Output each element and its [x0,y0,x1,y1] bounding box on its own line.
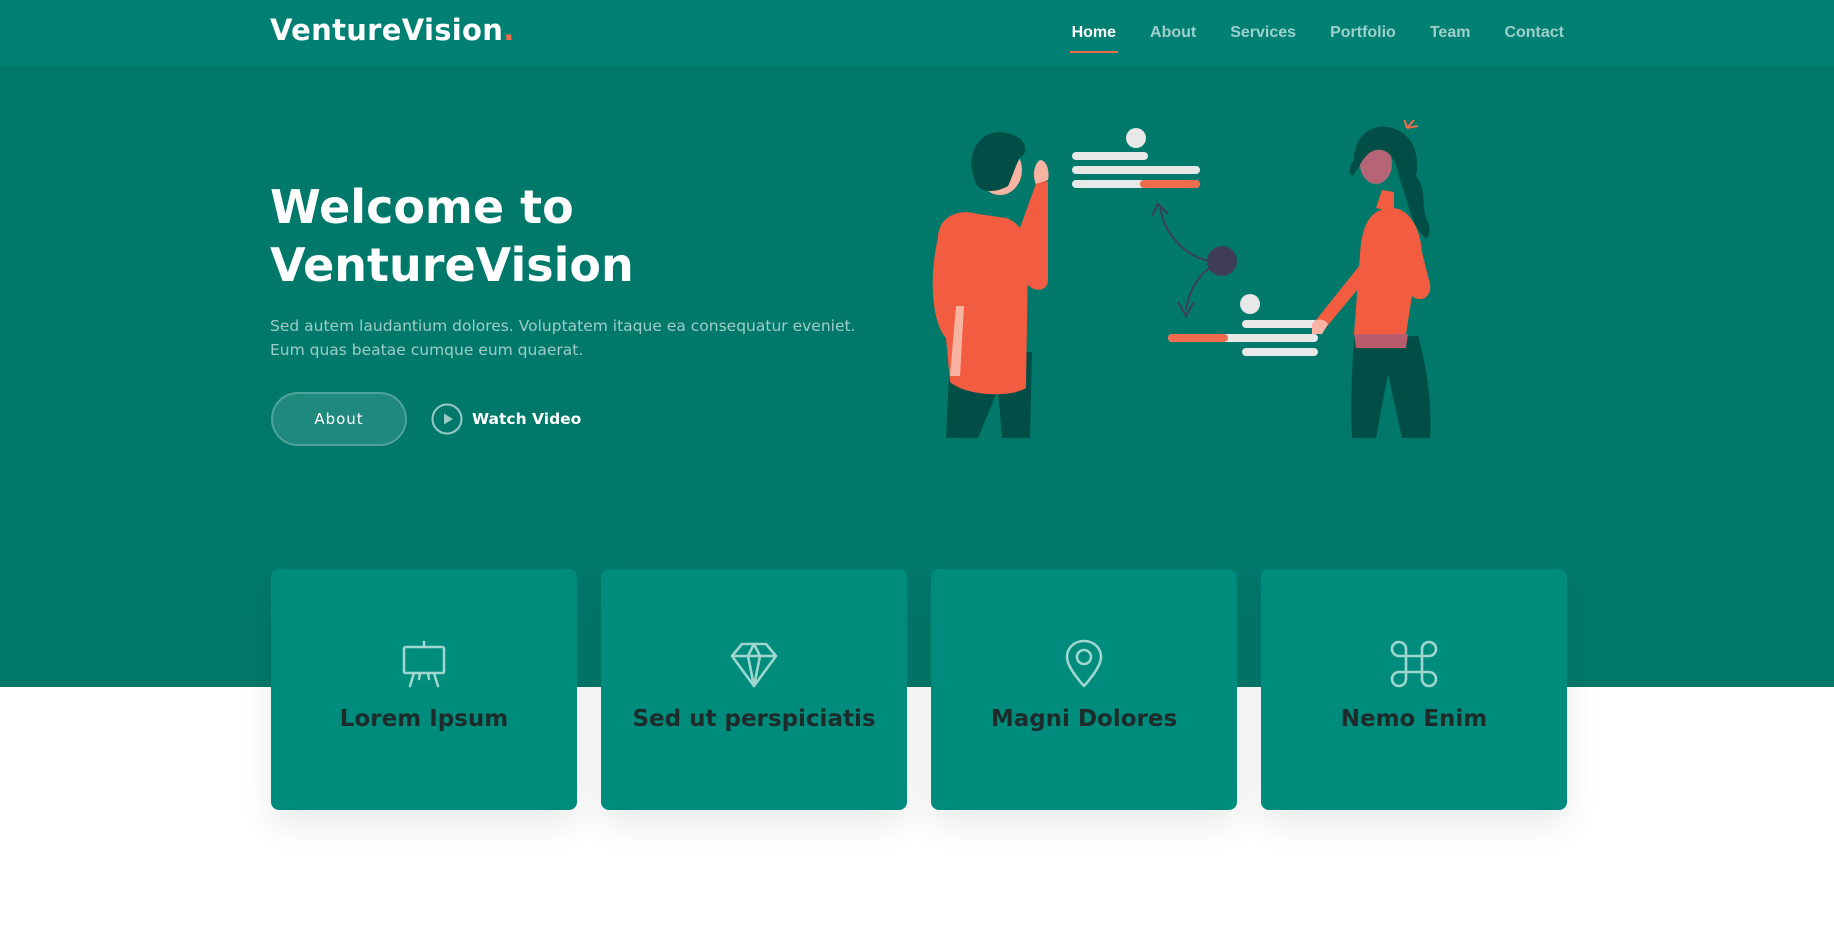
nav-item-home[interactable]: Home [1069,24,1119,53]
woman-figure [1312,120,1431,438]
watch-video-link[interactable]: Watch Video [431,403,581,435]
nav-item-contact[interactable]: Contact [1504,24,1564,42]
play-circle-icon [431,403,463,435]
feature-card-title: Magni Dolores [990,706,1178,732]
feature-card-lorem-ipsum[interactable]: Lorem Ipsum [271,569,577,810]
logo-text: VentureVision [270,13,504,47]
chart-panel-bottom [1168,294,1318,356]
hero-subtitle: Sed autem laudantium dolores. Voluptatem… [270,317,856,359]
hero-illustration [932,120,1431,438]
main-nav: Home About Services Portfolio Team Conta… [1038,0,1564,66]
feature-card-nemo-enim[interactable]: Nemo Enim [1261,569,1567,810]
about-button[interactable]: About [271,392,407,446]
feature-card-magni-dolores[interactable]: Magni Dolores [931,569,1237,810]
hero-title-line1: Welcome to [270,180,574,234]
nav-item-team[interactable]: Team [1430,24,1471,42]
feature-card-title: Nemo Enim [1340,706,1488,732]
feature-card-title: Sed ut perspiciatis [632,706,876,732]
hero-title-line2: VentureVision [270,238,634,292]
chart-panel-top [1072,128,1200,188]
feature-cards: Lorem Ipsum Sed ut perspiciatis Magni Do… [271,569,1567,810]
nav-item-services[interactable]: Services [1230,24,1296,42]
man-figure [932,131,1049,438]
feature-card-title: Lorem Ipsum [339,706,509,732]
nav-item-portfolio[interactable]: Portfolio [1330,24,1396,42]
logo-dot: . [503,13,515,47]
hero-title: Welcome to VentureVision [270,178,830,294]
command-icon [1390,640,1438,688]
map-pin-icon [1065,639,1103,688]
gem-icon [730,642,778,688]
easel-icon [402,640,446,688]
feature-card-sed-ut-perspiciatis[interactable]: Sed ut perspiciatis [601,569,907,810]
logo[interactable]: VentureVision. [270,13,515,47]
watch-video-label: Watch Video [472,410,582,428]
nav-item-about[interactable]: About [1150,24,1196,42]
site-header: VentureVision. Home About Services Portf… [0,0,1834,66]
